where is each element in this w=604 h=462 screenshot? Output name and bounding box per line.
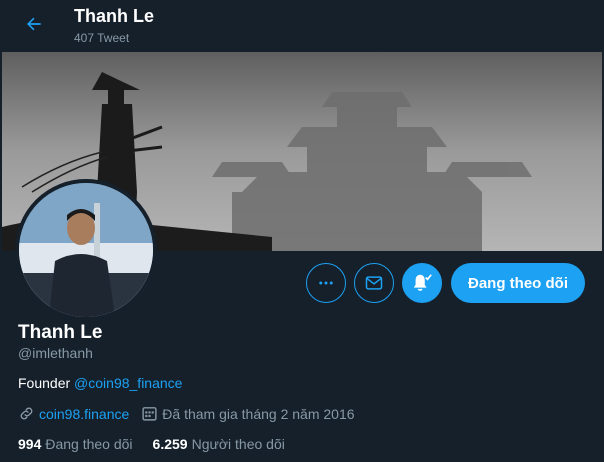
follow-stats: 994 Đang theo dõi 6.259 Người theo dõi <box>18 436 305 452</box>
back-button[interactable] <box>18 8 50 40</box>
profile-meta: coin98.finance Đã tham gia tháng 2 năm 2… <box>18 405 367 422</box>
notifications-button[interactable] <box>402 263 442 303</box>
joined-date: Đã tham gia tháng 2 năm 2016 <box>162 405 355 422</box>
profile-header: Thanh Le 407 Tweet <box>0 0 604 52</box>
profile-handle: @imlethanh <box>18 345 93 361</box>
arrow-left-icon <box>27 17 41 31</box>
bio-mention-link[interactable]: @coin98_finance <box>74 375 182 391</box>
message-button[interactable] <box>354 263 394 303</box>
bio-text: Founder <box>18 375 71 391</box>
tweet-count: 407 Tweet <box>74 31 130 45</box>
following-count: 994 <box>18 436 42 452</box>
website-item: coin98.finance <box>18 405 129 422</box>
profile-bio: Founder @coin98_finance <box>18 375 182 391</box>
more-dots-icon <box>319 281 333 285</box>
header-title: Thanh Le <box>74 6 154 26</box>
followers-count: 6.259 <box>152 436 188 452</box>
website-link[interactable]: coin98.finance <box>39 406 129 422</box>
following-label: Đang theo dõi <box>45 436 133 452</box>
link-icon <box>20 407 33 420</box>
avatar[interactable] <box>15 179 157 321</box>
followers-label: Người theo dõi <box>191 436 285 452</box>
following-button[interactable]: Đang theo dõi <box>451 263 585 303</box>
calendar-icon <box>142 407 157 421</box>
profile-name: Thanh Le <box>18 322 103 343</box>
joined-item: Đã tham gia tháng 2 năm 2016 <box>141 405 355 422</box>
more-button[interactable] <box>306 263 346 303</box>
following-stat[interactable]: 994 Đang theo dõi <box>18 436 133 452</box>
followers-stat[interactable]: 6.259 Người theo dõi <box>153 436 285 452</box>
bell-check-icon <box>413 274 432 291</box>
envelope-icon <box>365 276 383 290</box>
